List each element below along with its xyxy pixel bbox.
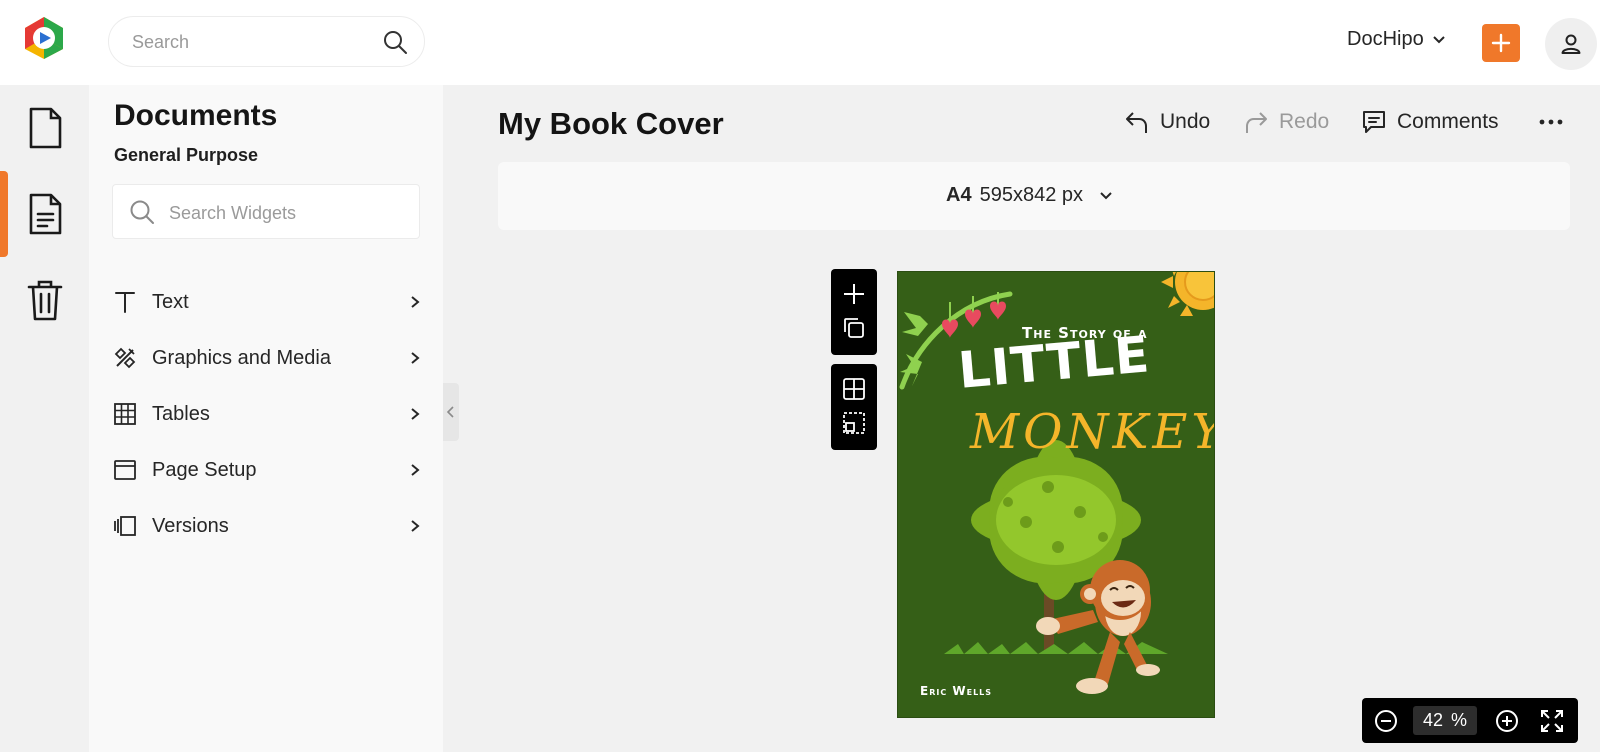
global-search[interactable]: Search xyxy=(108,16,425,67)
add-page-button[interactable] xyxy=(831,277,877,311)
document-icon xyxy=(29,107,61,149)
widget-search-input[interactable]: Search Widgets xyxy=(112,184,420,239)
document-text-icon xyxy=(29,193,61,235)
duplicate-icon xyxy=(844,318,864,338)
cover-author[interactable]: Eric Wells xyxy=(920,684,992,698)
chevron-right-icon xyxy=(411,464,420,476)
select-area-icon xyxy=(843,412,865,434)
redo-button[interactable]: Redo xyxy=(1243,109,1329,135)
page-size-bar: A4 595x842 px xyxy=(498,162,1570,230)
sun-icon xyxy=(1161,272,1214,316)
left-rail xyxy=(0,85,89,752)
rail-item-trash[interactable] xyxy=(0,257,89,343)
widget-menu-text[interactable]: Text xyxy=(112,282,422,322)
zoom-level[interactable]: 42 % xyxy=(1413,706,1477,735)
chevron-right-icon xyxy=(411,352,420,364)
page-tools-group-2 xyxy=(831,364,877,450)
create-new-button[interactable] xyxy=(1482,24,1520,62)
undo-icon xyxy=(1126,112,1147,133)
widget-menu-versions[interactable]: Versions xyxy=(112,506,422,546)
cover-title-line3[interactable]: MONKEY xyxy=(970,404,1214,460)
zoom-out-button[interactable] xyxy=(1372,707,1400,735)
widget-panel: Documents General Purpose Search Widgets… xyxy=(89,85,443,752)
widget-menu-page-setup[interactable]: Page Setup xyxy=(112,450,422,490)
chevron-down-icon xyxy=(1100,191,1112,199)
plus-icon xyxy=(844,284,864,304)
rail-item-templates[interactable] xyxy=(0,171,89,257)
chevron-down-icon xyxy=(1432,35,1445,43)
more-options-button[interactable] xyxy=(1538,116,1564,128)
zoom-unit: % xyxy=(1451,710,1468,730)
chevron-right-icon xyxy=(411,520,420,532)
undo-label: Undo xyxy=(1160,110,1211,133)
zoom-value: 42 xyxy=(1422,710,1443,730)
widget-menu-graphics[interactable]: Graphics and Media xyxy=(112,338,422,378)
page-size-selector[interactable]: A4 595x842 px xyxy=(946,184,1113,207)
duplicate-page-button[interactable] xyxy=(831,311,877,345)
account-name: DocHipo xyxy=(1347,28,1424,50)
rail-item-documents[interactable] xyxy=(0,85,89,171)
panel-subtitle: General Purpose xyxy=(114,145,259,165)
page-setup-icon xyxy=(112,457,138,483)
redo-icon xyxy=(1246,112,1267,133)
comments-label: Comments xyxy=(1397,110,1499,133)
page-tools-group-1 xyxy=(831,269,877,355)
undo-button[interactable]: Undo xyxy=(1124,109,1210,135)
zoom-in-icon xyxy=(1496,710,1518,732)
chevron-right-icon xyxy=(411,296,420,308)
trash-icon xyxy=(27,280,62,321)
comments-button[interactable]: Comments xyxy=(1361,109,1499,135)
more-horizontal-icon xyxy=(1539,119,1563,125)
user-avatar[interactable] xyxy=(1545,18,1597,70)
search-placeholder: Search xyxy=(132,32,190,52)
select-area-button[interactable] xyxy=(831,406,877,440)
page-size-name: A4 xyxy=(946,184,972,206)
grid-layout-button[interactable] xyxy=(831,372,877,406)
dochipo-logo[interactable] xyxy=(20,14,68,62)
fullscreen-icon xyxy=(1541,710,1563,732)
chevron-left-icon xyxy=(446,406,454,418)
plus-icon xyxy=(1491,33,1511,53)
text-icon xyxy=(112,289,138,315)
zoom-in-button[interactable] xyxy=(1493,707,1521,735)
search-icon xyxy=(128,198,156,226)
zoom-out-icon xyxy=(1375,710,1397,732)
zoom-control: 42 % xyxy=(1362,698,1578,743)
widget-menu-tables[interactable]: Tables xyxy=(112,394,422,434)
search-icon[interactable] xyxy=(382,29,408,55)
document-title[interactable]: My Book Cover xyxy=(498,106,724,142)
graphics-icon xyxy=(112,345,138,371)
fullscreen-button[interactable] xyxy=(1538,707,1566,735)
account-menu[interactable]: DocHipo xyxy=(1347,28,1446,51)
book-cover-page[interactable]: The Story of a LITTLE MONKEY Eric Wells xyxy=(897,271,1215,718)
grid-icon xyxy=(843,378,865,400)
comment-icon xyxy=(1363,111,1385,133)
redo-label: Redo xyxy=(1279,110,1330,133)
chevron-right-icon xyxy=(411,408,420,420)
page-size-dimensions: 595x842 px xyxy=(979,184,1083,206)
collapse-panel-button[interactable] xyxy=(443,383,459,441)
table-icon xyxy=(112,401,138,427)
top-bar: Search DocHipo xyxy=(0,0,1600,85)
user-icon xyxy=(1561,34,1581,54)
panel-title: Documents xyxy=(114,99,278,132)
widget-search-placeholder: Search Widgets xyxy=(169,203,297,223)
versions-icon xyxy=(112,513,138,539)
